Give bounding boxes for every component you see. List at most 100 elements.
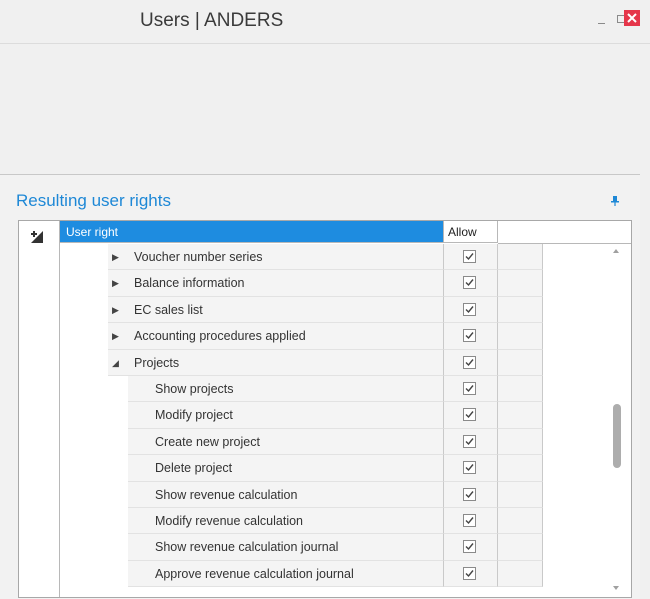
user-right-label: Approve revenue calculation journal (128, 560, 443, 588)
column-header-allow[interactable]: Allow (443, 221, 498, 243)
allow-cell (443, 455, 498, 482)
table-row[interactable]: Balance information ▶ (60, 270, 631, 297)
table-row[interactable]: Voucher number series ▶ (60, 244, 631, 271)
expand-column (19, 221, 60, 597)
allow-checkbox[interactable] (463, 250, 476, 263)
allow-cell (443, 270, 498, 297)
empty-cell (498, 244, 543, 271)
checkmark-icon (465, 253, 474, 261)
empty-cell (498, 560, 543, 588)
checkmark-icon (465, 332, 474, 340)
allow-checkbox[interactable] (463, 408, 476, 422)
allow-checkbox[interactable] (463, 540, 476, 554)
minimize-button[interactable] (594, 10, 614, 30)
checkmark-icon (465, 411, 474, 419)
checkmark-icon (465, 490, 474, 498)
empty-cell (498, 402, 543, 429)
user-right-label: Modify project (128, 402, 443, 429)
checkmark-icon (465, 569, 474, 577)
allow-cell (443, 507, 498, 535)
collapse-arrow-icon[interactable]: ◢ (112, 350, 119, 376)
expand-arrow-icon[interactable]: ▶ (112, 323, 119, 349)
scroll-down-icon[interactable] (613, 586, 619, 590)
allow-checkbox[interactable] (463, 355, 476, 369)
allow-checkbox[interactable] (463, 434, 476, 448)
checkmark-icon (465, 279, 474, 287)
panel-title: Resulting user rights (16, 191, 171, 210)
table-row[interactable]: Accounting procedures applied ▶ (60, 323, 631, 350)
column-header-filler (543, 221, 631, 244)
empty-cell (498, 323, 543, 350)
allow-cell (443, 402, 498, 429)
table-row[interactable]: Show revenue calculation journal (60, 534, 631, 561)
resulting-user-rights-panel: Resulting user rights User right Allow V… (0, 174, 640, 599)
table-row[interactable]: Projects ◢ (60, 349, 631, 376)
allow-cell (443, 560, 498, 588)
checkmark-icon (465, 543, 474, 551)
allow-checkbox[interactable] (463, 487, 476, 501)
close-icon (627, 13, 637, 23)
table-row[interactable]: Modify revenue calculation (60, 507, 631, 535)
empty-cell (498, 349, 543, 376)
close-button[interactable] (624, 10, 640, 26)
empty-cell (498, 481, 543, 508)
scroll-up-icon[interactable] (613, 249, 619, 253)
empty-cell (498, 428, 543, 456)
user-rights-grid: User right Allow Voucher number series ▶ B… (18, 220, 632, 598)
user-right-label: Balance information (108, 270, 443, 297)
expand-arrow-icon[interactable]: ▶ (112, 270, 119, 296)
allow-cell (443, 534, 498, 561)
table-row[interactable]: Show revenue calculation (60, 481, 631, 508)
allow-checkbox[interactable] (463, 513, 476, 527)
user-right-label: Show revenue calculation (128, 481, 443, 508)
table-row[interactable]: Create new project (60, 428, 631, 456)
allow-cell (443, 244, 498, 271)
user-right-label: Accounting procedures applied (108, 323, 443, 350)
pin-icon[interactable] (611, 196, 619, 206)
allow-checkbox[interactable] (463, 461, 476, 475)
user-right-label: Delete project (128, 455, 443, 482)
user-right-label: Show revenue calculation journal (128, 534, 443, 561)
user-right-label: Voucher number series (108, 244, 443, 271)
checkmark-icon (465, 358, 474, 366)
empty-cell (498, 455, 543, 482)
allow-checkbox[interactable] (463, 566, 476, 580)
allow-cell (443, 481, 498, 508)
allow-checkbox[interactable] (463, 381, 476, 395)
allow-checkbox[interactable] (463, 302, 476, 316)
vertical-scrollbar[interactable] (607, 244, 629, 596)
table-row[interactable]: Show projects (60, 375, 631, 403)
expand-arrow-icon[interactable]: ▶ (112, 297, 119, 323)
empty-cell (498, 296, 543, 324)
upper-area (0, 44, 650, 174)
checkmark-icon (465, 516, 474, 524)
user-right-label: Show projects (128, 375, 443, 403)
allow-checkbox[interactable] (463, 329, 476, 343)
allow-cell (443, 428, 498, 456)
table-row[interactable]: EC sales list ▶ (60, 296, 631, 324)
allow-cell (443, 349, 498, 376)
empty-cell (498, 270, 543, 297)
checkmark-icon (465, 464, 474, 472)
empty-cell (498, 507, 543, 535)
empty-cell (498, 375, 543, 403)
empty-cell (498, 534, 543, 561)
user-right-label: Modify revenue calculation (128, 507, 443, 535)
table-row[interactable]: Delete project (60, 455, 631, 482)
table-row[interactable]: Modify project (60, 402, 631, 429)
title-bar: Users | ANDERS (0, 0, 650, 44)
scroll-thumb[interactable] (613, 404, 621, 468)
allow-cell (443, 375, 498, 403)
expand-all-icon[interactable] (29, 230, 45, 244)
table-row[interactable]: Approve revenue calculation journal (60, 560, 631, 588)
user-right-label: Create new project (128, 428, 443, 456)
expand-arrow-icon[interactable]: ▶ (112, 244, 119, 270)
column-header-user-right[interactable]: User right (60, 221, 443, 243)
window-title: Users | ANDERS (140, 10, 284, 31)
column-header-empty[interactable] (498, 221, 544, 244)
rows-container: Voucher number series ▶ Balance informatio… (60, 244, 631, 588)
checkmark-icon (465, 385, 474, 392)
allow-cell (443, 296, 498, 324)
allow-checkbox[interactable] (463, 276, 476, 290)
checkmark-icon (465, 305, 474, 313)
